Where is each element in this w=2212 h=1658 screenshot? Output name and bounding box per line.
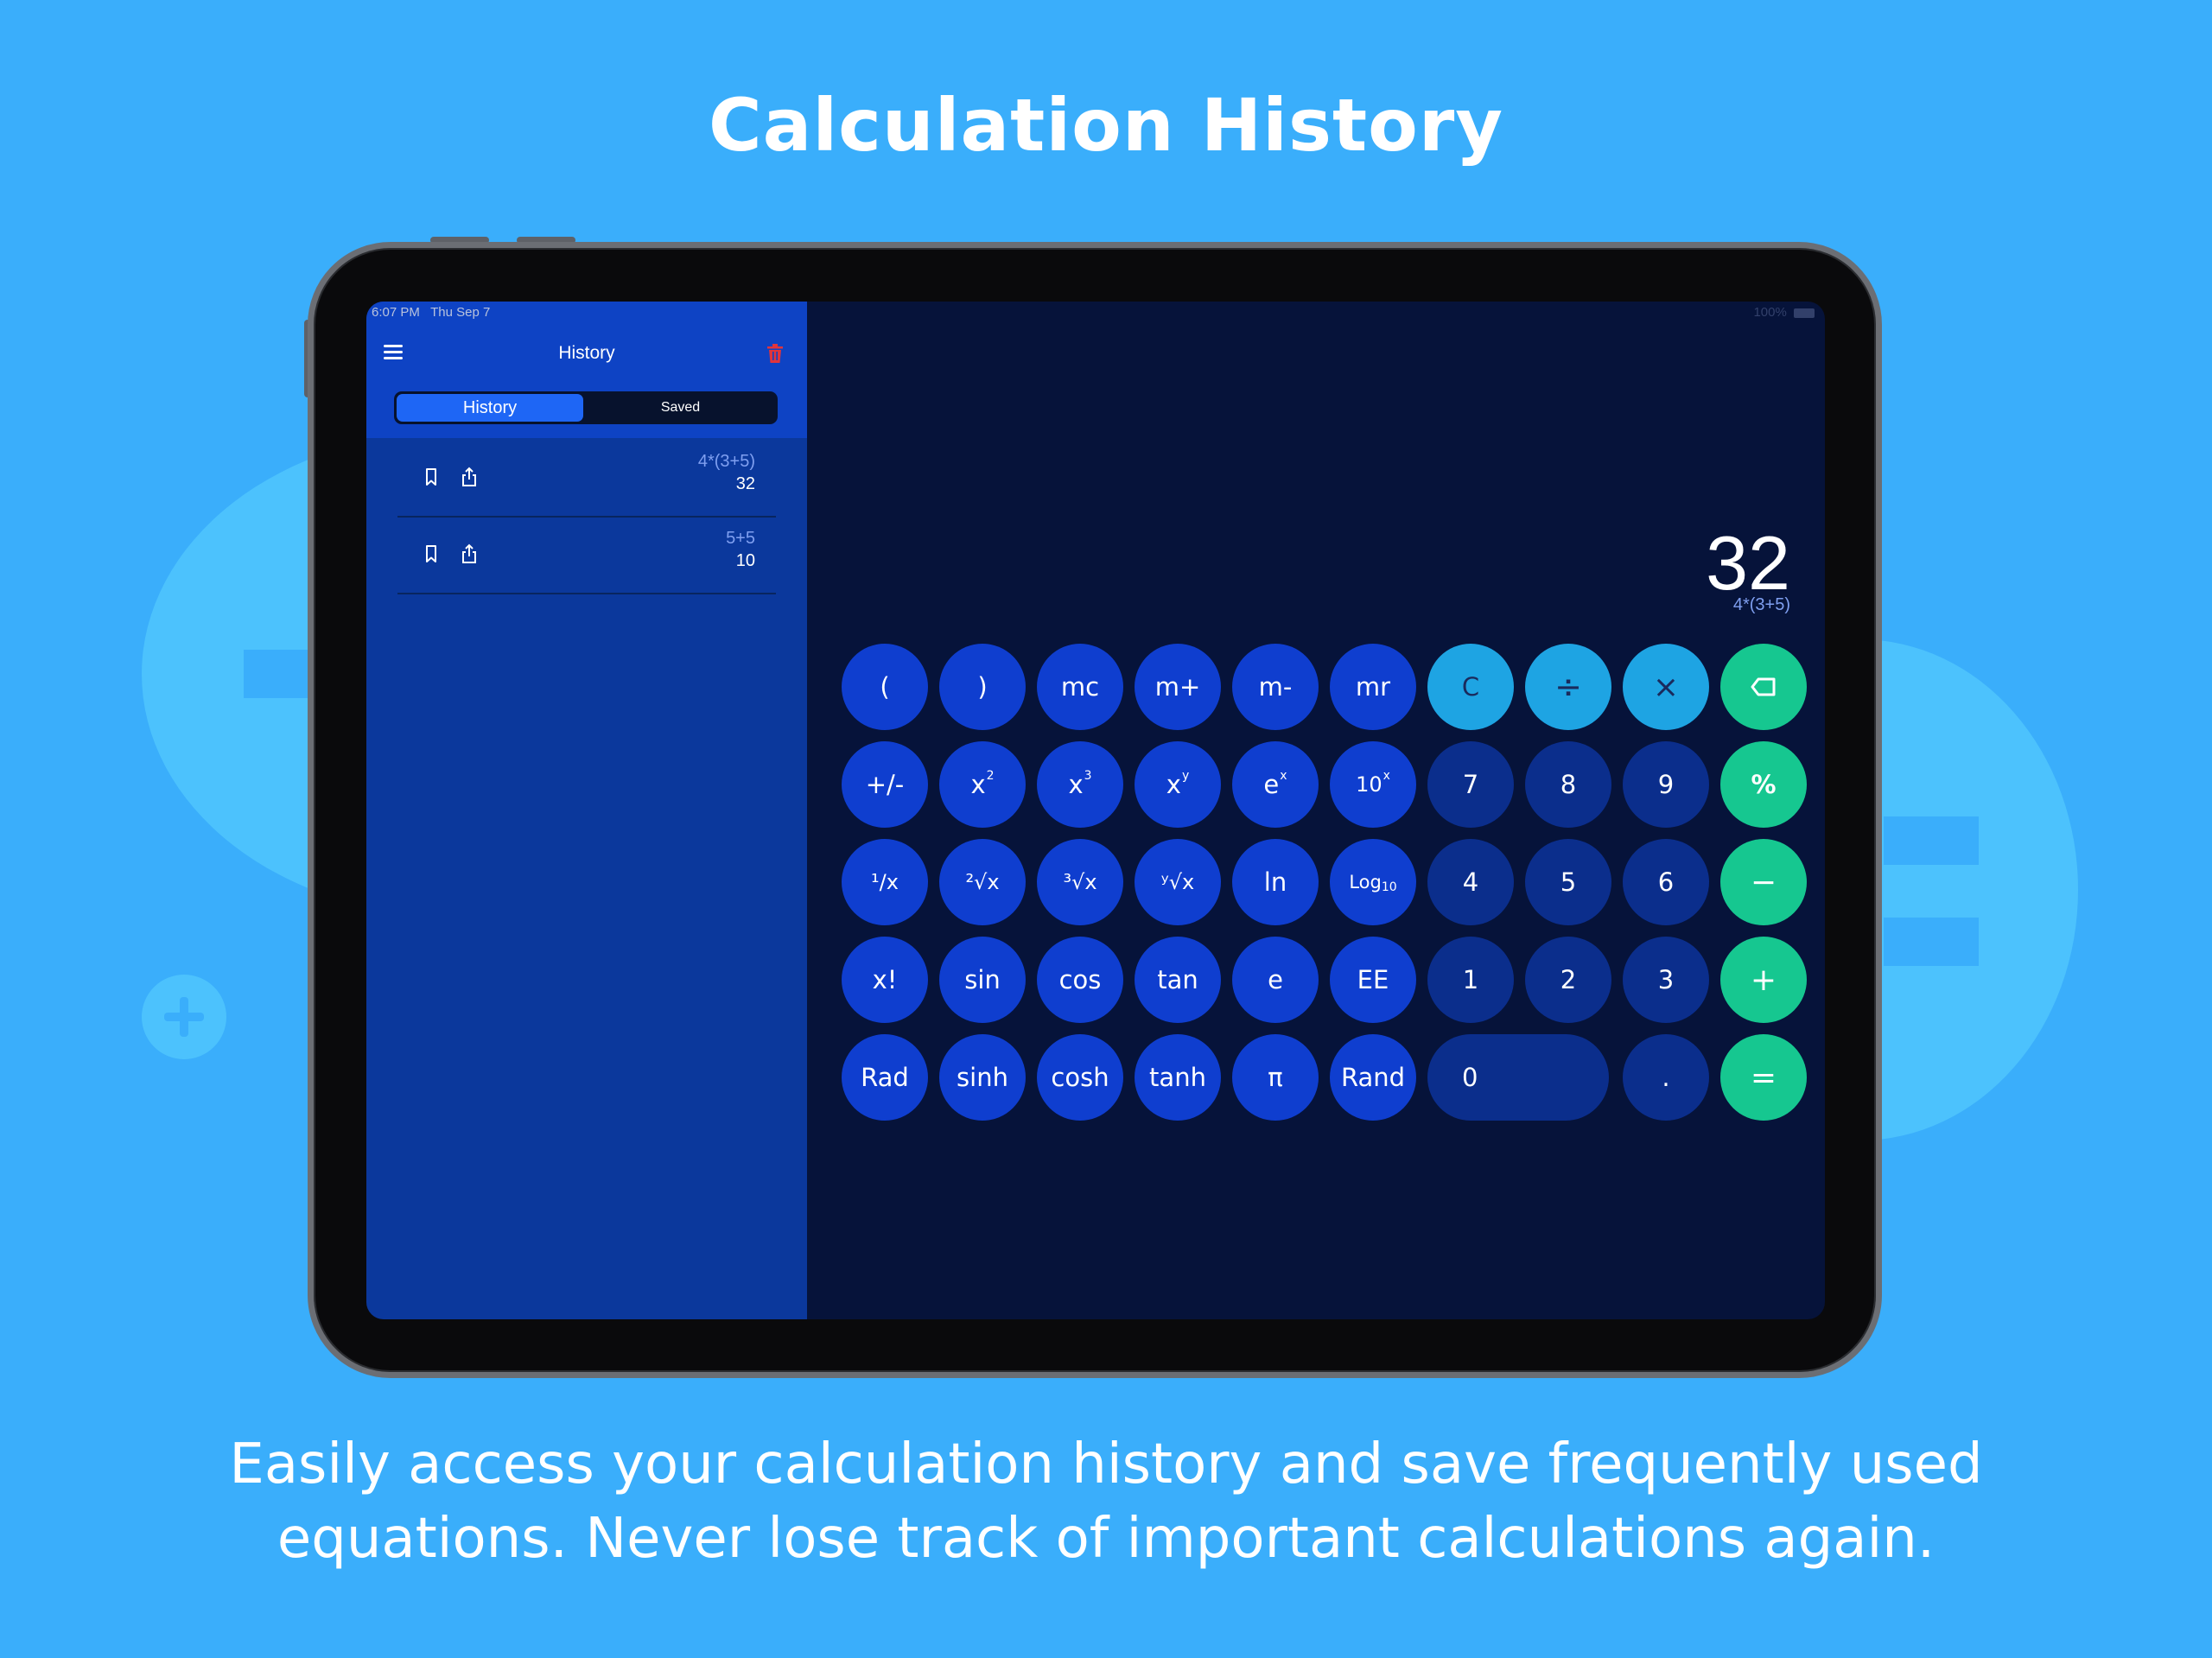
key-minus[interactable]: − [1720,839,1807,925]
key-7[interactable]: 7 [1427,741,1514,828]
history-result: 32 [735,474,755,493]
key-ten-power-x[interactable]: 10 x [1330,741,1416,828]
bg-minus-mark [244,650,313,698]
page-headline: Calculation History [708,83,1504,168]
key-8[interactable]: 8 [1525,741,1611,828]
key-cos[interactable]: cos [1037,937,1123,1023]
key-plus-minus[interactable]: +/- [842,741,928,828]
tablet-screen: 6:07 PM Thu Sep 7 History History Saved [366,302,1825,1319]
display-value: 32 [1706,520,1790,606]
history-expression: 4*(3+5) [697,452,755,471]
key-9[interactable]: 9 [1623,741,1709,828]
key-x-cubed-exp: 3 [1084,769,1092,783]
key-factorial[interactable]: x! [842,937,928,1023]
bg-equals-mark-bottom [1884,918,1979,966]
key-x-cubed-base: x [1068,770,1084,799]
page-subtitle: Easily access your calculation history a… [121,1427,2091,1576]
key-e[interactable]: e [1232,937,1319,1023]
key-cosh[interactable]: cosh [1037,1034,1123,1121]
subtitle-line-2: equations. Never lose track of important… [276,1507,1936,1571]
key-plus[interactable]: + [1720,937,1807,1023]
key-tan[interactable]: tan [1135,937,1221,1023]
bg-plus-icon [142,975,226,1059]
key-sinh[interactable]: sinh [939,1034,1026,1121]
key-x-squared-exp: 2 [986,769,995,783]
key-tanh[interactable]: tanh [1135,1034,1221,1121]
key-0[interactable]: 0 [1427,1034,1609,1121]
key-close-paren[interactable]: ) [939,644,1026,730]
bookmark-icon[interactable] [420,466,442,488]
key-decimal[interactable]: . [1623,1034,1709,1121]
key-square-root[interactable]: ²√x [939,839,1026,925]
key-5[interactable]: 5 [1525,839,1611,925]
key-x-squared[interactable]: x2 [939,741,1026,828]
key-6[interactable]: 6 [1623,839,1709,925]
key-memory-recall[interactable]: mr [1330,644,1416,730]
key-ee[interactable]: EE [1330,937,1416,1023]
key-x-power-y-base: x [1166,770,1181,799]
key-x-power-y[interactable]: xy [1135,741,1221,828]
key-backspace[interactable] [1720,644,1807,730]
key-log10[interactable]: Log 10 [1330,839,1416,925]
key-clear[interactable]: C [1427,644,1514,730]
key-x-squared-base: x [970,770,986,799]
key-e-power-x-exp: x [1280,769,1287,783]
key-memory-add[interactable]: m+ [1135,644,1221,730]
key-memory-clear[interactable]: mc [1037,644,1123,730]
backspace-icon [1751,677,1776,696]
key-log10-base: Log [1349,872,1382,893]
key-rand[interactable]: Rand [1330,1034,1416,1121]
key-x-cubed[interactable]: x3 [1037,741,1123,828]
key-memory-subtract[interactable]: m- [1232,644,1319,730]
key-2[interactable]: 2 [1525,937,1611,1023]
key-1[interactable]: 1 [1427,937,1514,1023]
subtitle-line-1: Easily access your calculation history a… [229,1432,1983,1496]
history-expression: 5+5 [726,529,755,548]
trash-icon[interactable] [766,343,785,364]
key-ten-power-x-exp: x [1382,769,1390,783]
key-4[interactable]: 4 [1427,839,1514,925]
display-expression: 4*(3+5) [1732,595,1790,614]
key-rad[interactable]: Rad [842,1034,928,1121]
bg-equals-mark-top [1884,816,1979,865]
bookmark-icon[interactable] [420,543,442,565]
key-ln[interactable]: ln [1232,839,1319,925]
key-3[interactable]: 3 [1623,937,1709,1023]
history-item[interactable]: 4*(3+5) 32 [397,440,776,518]
key-e-power-x[interactable]: ex [1232,741,1319,828]
key-divide[interactable]: ÷ [1525,644,1611,730]
key-sin[interactable]: sin [939,937,1026,1023]
key-x-power-y-exp: y [1181,769,1190,783]
share-icon[interactable] [458,543,480,565]
key-equals[interactable]: = [1720,1034,1807,1121]
status-time: 6:07 PM [372,305,420,320]
history-saved-segmented-control: History Saved [394,391,778,424]
key-multiply[interactable]: × [1623,644,1709,730]
status-bar-left: 6:07 PM Thu Sep 7 [372,305,490,320]
key-percent[interactable]: % [1720,741,1807,828]
key-ten-power-x-base: 10 [1356,772,1382,797]
key-reciprocal[interactable]: ¹/x [842,839,928,925]
tab-saved[interactable]: Saved [586,394,775,422]
key-cube-root[interactable]: ³√x [1037,839,1123,925]
tab-history[interactable]: History [397,394,583,422]
key-log10-sub: 10 [1381,880,1397,894]
battery-icon [1794,308,1815,318]
status-date: Thu Sep 7 [430,305,491,320]
keypad: ( ) mc m+ m- mr C ÷ × +/- x2 x3 xy ex 10… [842,644,1807,1121]
sidebar-title: History [558,343,615,363]
key-pi[interactable]: π [1232,1034,1319,1121]
history-sidebar: 6:07 PM Thu Sep 7 History History Saved [366,302,807,1319]
key-e-power-x-base: e [1263,770,1280,799]
share-icon[interactable] [458,466,480,488]
key-open-paren[interactable]: ( [842,644,928,730]
battery-percent: 100% [1753,305,1787,320]
history-result: 10 [735,551,755,570]
key-y-root[interactable]: ʸ√x [1135,839,1221,925]
history-item[interactable]: 5+5 10 [397,517,776,594]
status-bar-right: 100% [1753,305,1815,320]
